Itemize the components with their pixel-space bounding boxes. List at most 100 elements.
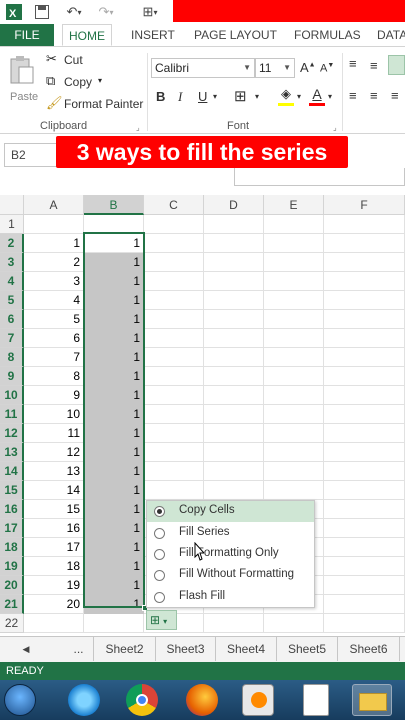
align-center-icon[interactable]: ≡ — [370, 88, 378, 103]
cell-a[interactable] — [24, 215, 84, 234]
file-explorer-icon[interactable] — [352, 684, 392, 716]
menu-item-fill-formatting-only[interactable]: Fill Formatting Only — [147, 544, 314, 565]
cell-e[interactable] — [264, 462, 324, 481]
cell-f[interactable] — [324, 538, 405, 557]
row-header[interactable]: 16 — [0, 500, 24, 519]
cell-d[interactable] — [204, 253, 264, 272]
row-header[interactable]: 3 — [0, 253, 24, 272]
cell-a[interactable]: 13 — [24, 462, 84, 481]
row-header[interactable]: 4 — [0, 272, 24, 291]
cell-c[interactable] — [144, 253, 204, 272]
cell-a[interactable]: 5 — [24, 310, 84, 329]
cell-b[interactable]: 1 — [84, 500, 144, 519]
cell-f[interactable] — [324, 386, 405, 405]
cell-a[interactable]: 14 — [24, 481, 84, 500]
menu-item-flash-fill[interactable]: Flash Fill — [147, 587, 314, 608]
name-box[interactable]: B2 — [4, 143, 58, 167]
row-header[interactable]: 10 — [0, 386, 24, 405]
row-header[interactable]: 18 — [0, 538, 24, 557]
cell-b[interactable]: 1 — [84, 538, 144, 557]
row-header[interactable]: 12 — [0, 424, 24, 443]
cell-e[interactable] — [264, 424, 324, 443]
cell-b[interactable]: 1 — [84, 272, 144, 291]
cell-a[interactable]: 3 — [24, 272, 84, 291]
cell-f[interactable] — [324, 424, 405, 443]
italic-button[interactable]: I — [178, 89, 182, 105]
cell-b[interactable]: 1 — [84, 519, 144, 538]
font-color-icon[interactable]: A — [309, 86, 325, 106]
row-header[interactable]: 11 — [0, 405, 24, 424]
bold-button[interactable]: B — [156, 89, 165, 104]
tab-page-layout[interactable]: PAGE LAYOUT — [194, 24, 277, 46]
chevron-down-icon[interactable]: ▾ — [213, 92, 217, 101]
column-header-d[interactable]: D — [204, 195, 264, 215]
cell-b[interactable]: 1 — [84, 405, 144, 424]
chevron-down-icon[interactable]: ▾ — [255, 92, 259, 101]
cell-a[interactable]: 17 — [24, 538, 84, 557]
start-button-icon[interactable] — [4, 684, 36, 716]
cell-f[interactable] — [324, 253, 405, 272]
underline-button[interactable]: U — [198, 89, 207, 104]
cell-a[interactable]: 2 — [24, 253, 84, 272]
cell-e[interactable] — [264, 367, 324, 386]
tab-file[interactable]: FILE — [0, 24, 54, 46]
chevron-down-icon[interactable]: ▾ — [297, 92, 301, 101]
cell-c[interactable] — [144, 405, 204, 424]
cell-f[interactable] — [324, 272, 405, 291]
cell-f[interactable] — [324, 481, 405, 500]
cell-c[interactable] — [144, 291, 204, 310]
row-header[interactable]: 13 — [0, 443, 24, 462]
cell-f[interactable] — [324, 519, 405, 538]
cell-c[interactable] — [144, 272, 204, 291]
cell-a[interactable]: 18 — [24, 557, 84, 576]
row-header[interactable]: 15 — [0, 481, 24, 500]
cell-d[interactable] — [204, 614, 264, 633]
dialog-launcher-icon[interactable]: ⌟ — [333, 123, 337, 132]
cell-f[interactable] — [324, 215, 405, 234]
menu-item-copy-cells[interactable]: Copy Cells — [147, 501, 314, 522]
tab-data[interactable]: DATA — [377, 24, 405, 46]
cell-a[interactable]: 7 — [24, 348, 84, 367]
cell-d[interactable] — [204, 310, 264, 329]
menu-item-fill-without-formatting[interactable]: Fill Without Formatting — [147, 565, 314, 586]
cell-a[interactable]: 15 — [24, 500, 84, 519]
cell-f[interactable] — [324, 462, 405, 481]
cell-a[interactable] — [24, 614, 84, 633]
cell-e[interactable] — [264, 481, 324, 500]
chevron-down-icon[interactable]: ▾ — [328, 92, 332, 101]
cell-f[interactable] — [324, 329, 405, 348]
cell-c[interactable] — [144, 367, 204, 386]
cell-e[interactable] — [264, 348, 324, 367]
cell-e[interactable] — [264, 386, 324, 405]
chrome-icon[interactable] — [126, 684, 158, 716]
align-top-icon[interactable]: ≡ — [349, 56, 357, 71]
cell-a[interactable]: 10 — [24, 405, 84, 424]
select-all-corner[interactable] — [0, 195, 24, 215]
align-left-icon[interactable]: ≡ — [349, 88, 357, 103]
cell-b[interactable]: 1 — [84, 253, 144, 272]
tab-formulas[interactable]: FORMULAS — [294, 24, 361, 46]
cell-c[interactable] — [144, 462, 204, 481]
formula-bar[interactable] — [234, 168, 405, 186]
cell-d[interactable] — [204, 462, 264, 481]
copy-button[interactable]: ⧉ Copy ▾ — [46, 73, 126, 91]
font-size-dropdown[interactable]: 11 ▼ — [255, 58, 295, 78]
borders-icon[interactable]: ⊞ ▾ — [136, 2, 164, 22]
cell-a[interactable]: 12 — [24, 443, 84, 462]
cell-f[interactable] — [324, 405, 405, 424]
sheet-tab-sheet4[interactable]: Sheet4 — [216, 637, 277, 661]
cell-e[interactable] — [264, 310, 324, 329]
cell-b[interactable]: 1 — [84, 367, 144, 386]
cell-e[interactable] — [264, 291, 324, 310]
column-header-b[interactable]: B — [84, 195, 144, 215]
cell-c[interactable] — [144, 424, 204, 443]
cell-b[interactable]: 1 — [84, 234, 144, 253]
cell-d[interactable] — [204, 367, 264, 386]
cell-e[interactable] — [264, 253, 324, 272]
paste-button[interactable]: Paste — [6, 53, 40, 111]
format-painter-button[interactable]: 🖌 Format Painter — [46, 95, 146, 113]
cell-f[interactable] — [324, 348, 405, 367]
cell-c[interactable] — [144, 348, 204, 367]
cell-b[interactable]: 1 — [84, 291, 144, 310]
cell-a[interactable]: 1 — [24, 234, 84, 253]
